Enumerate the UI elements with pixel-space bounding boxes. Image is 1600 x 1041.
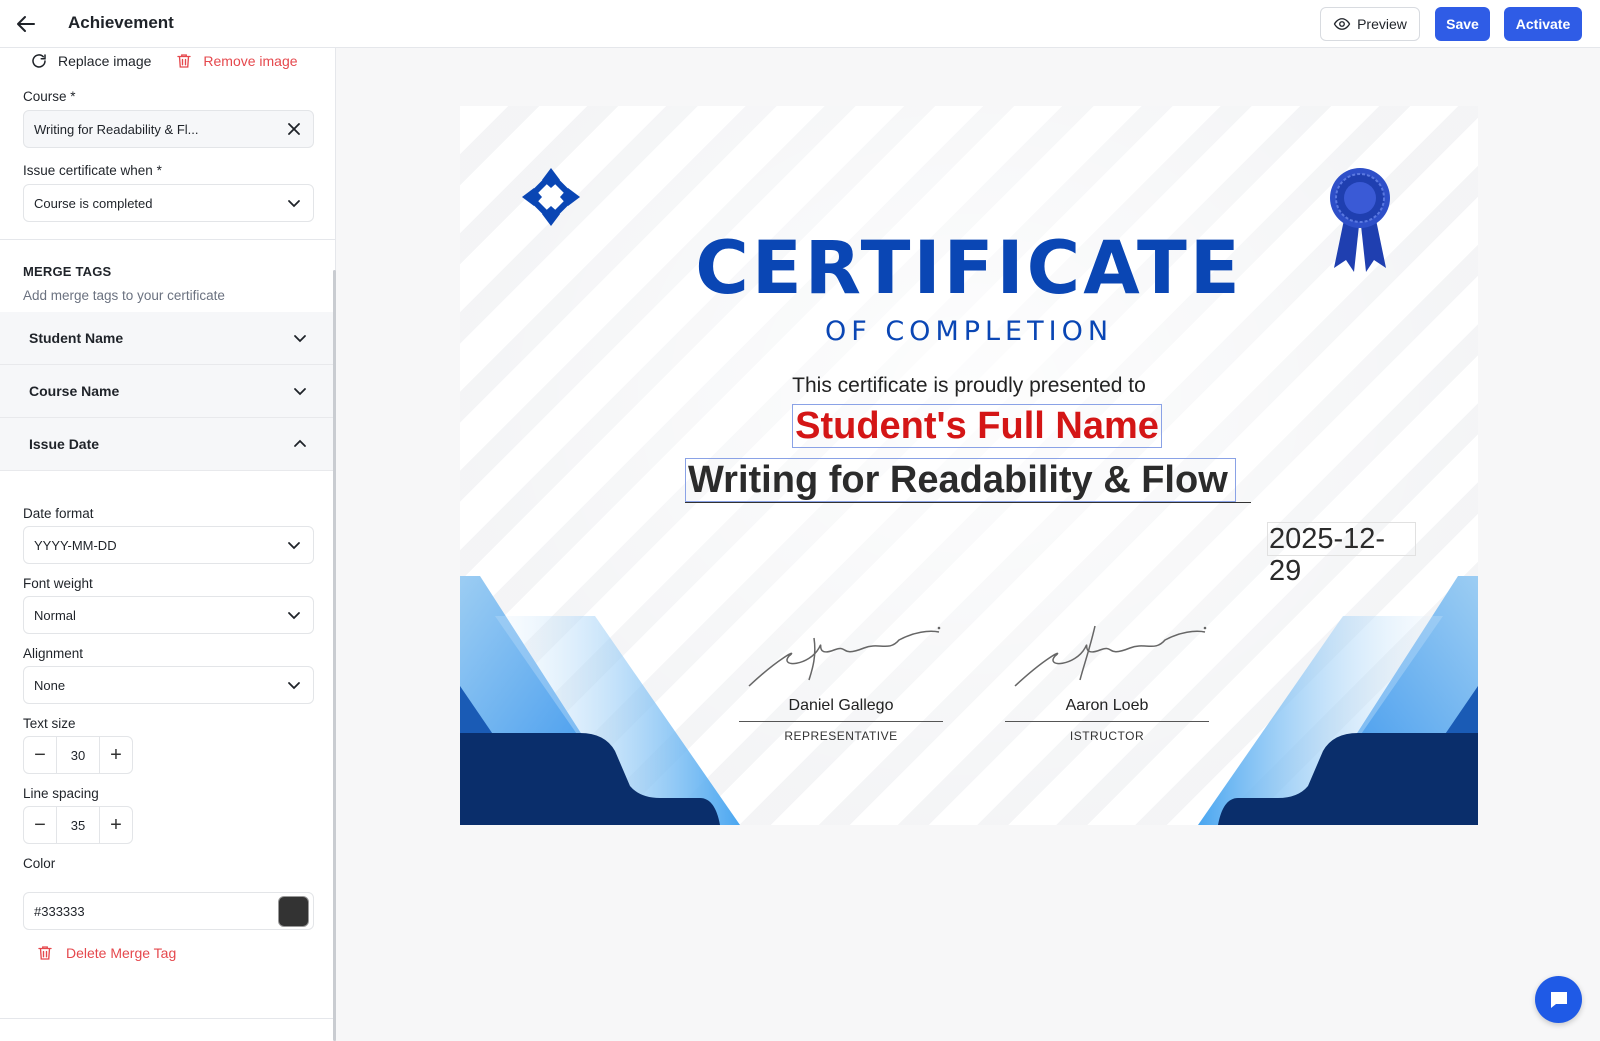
delete-merge-tag-button[interactable]: Delete Merge Tag — [36, 944, 176, 962]
date-format-label: Date format — [23, 506, 94, 521]
chevron-down-icon — [294, 335, 306, 343]
trash-icon — [38, 946, 52, 960]
issue-when-label: Issue certificate when * — [23, 163, 162, 178]
section-divider — [0, 239, 335, 240]
line-spacing-label: Line spacing — [23, 786, 99, 801]
color-swatch[interactable] — [278, 895, 309, 927]
merge-tags-title: MERGE TAGS — [23, 264, 112, 279]
chevron-up-icon — [294, 439, 306, 447]
accordion-label: Course Name — [29, 383, 120, 399]
course-select-value: Writing for Readability & Fl... — [34, 121, 199, 137]
course-underline — [685, 502, 1251, 503]
plus-icon[interactable]: + — [100, 737, 132, 773]
alignment-value: None — [34, 677, 66, 693]
corner-decoration-left — [460, 576, 740, 825]
certificate-subtitle: OF COMPLETION — [824, 316, 1114, 347]
accordion-label: Issue Date — [29, 436, 100, 452]
chevron-down-icon — [288, 542, 300, 550]
accordion-label: Student Name — [29, 330, 124, 346]
chevron-down-icon — [288, 682, 300, 690]
font-weight-select[interactable]: Normal — [23, 596, 314, 634]
delete-merge-tag-label: Delete Merge Tag — [66, 945, 177, 961]
alignment-select[interactable]: None — [23, 666, 314, 704]
page-title: Achievement — [68, 13, 174, 32]
chevron-down-icon — [294, 388, 306, 396]
preview-button-label: Preview — [1357, 16, 1407, 32]
signature-name: Daniel Gallego — [788, 697, 894, 714]
sidebar-scrollbar[interactable] — [333, 270, 336, 1041]
chat-bubble-icon — [1550, 991, 1567, 1008]
issue-date-merge-tag[interactable]: 2025-12-29 — [1267, 522, 1416, 587]
accordion-course-name[interactable]: Course Name — [0, 365, 333, 418]
text-size-value[interactable]: 30 — [56, 737, 100, 773]
text-size-label: Text size — [23, 716, 76, 731]
chevron-down-icon — [288, 200, 300, 208]
date-format-value: YYYY-MM-DD — [34, 537, 117, 553]
corner-decoration-right — [1198, 576, 1478, 825]
accordion-issue-date[interactable]: Issue Date — [0, 418, 333, 471]
chevron-down-icon — [288, 612, 300, 620]
chat-support-button[interactable] — [1535, 976, 1582, 1023]
presented-text: This certificate is proudly presented to — [792, 374, 1146, 397]
refresh-icon — [32, 54, 46, 68]
certificate-canvas: CERTIFICATE OF COMPLETION This certifica… — [337, 48, 1600, 1041]
back-arrow-icon[interactable] — [14, 12, 38, 36]
signature-line — [739, 721, 943, 722]
font-weight-value: Normal — [34, 607, 76, 623]
save-button[interactable]: Save — [1435, 7, 1490, 41]
signature-name: Aaron Loeb — [1065, 697, 1149, 714]
plus-icon[interactable]: + — [100, 807, 132, 843]
color-label: Color — [23, 856, 56, 871]
font-weight-label: Font weight — [23, 576, 93, 591]
student-name-merge-tag[interactable]: Student's Full Name — [792, 404, 1162, 448]
signature-scribble — [1014, 625, 1207, 687]
replace-image-button[interactable]: Replace image — [30, 52, 151, 70]
signature-line — [1005, 721, 1209, 722]
line-spacing-stepper: − 35 + — [23, 806, 133, 844]
merge-tags-subtitle: Add merge tags to your certificate — [23, 288, 225, 303]
activate-button[interactable]: Activate — [1504, 7, 1582, 41]
remove-image-button[interactable]: Remove image — [175, 52, 298, 70]
trash-icon — [177, 54, 192, 68]
top-header: Achievement Preview Save Activate — [0, 0, 1600, 48]
signature-role: REPRESENTATIVE — [784, 729, 898, 743]
issue-when-value: Course is completed — [34, 195, 153, 211]
course-name-merge-tag[interactable]: Writing for Readability & Flow — [685, 458, 1236, 502]
color-input[interactable]: #333333 — [23, 892, 314, 930]
text-size-stepper: − 30 + — [23, 736, 133, 774]
preview-button[interactable]: Preview — [1320, 7, 1420, 41]
star-logo-icon — [522, 168, 580, 226]
settings-sidebar: Replace image Remove image Course * Writ… — [0, 48, 336, 1041]
accordion-student-name[interactable]: Student Name — [0, 312, 333, 365]
image-actions: Replace image Remove image — [30, 48, 298, 74]
replace-image-label: Replace image — [58, 53, 152, 69]
certificate-preview: CERTIFICATE OF COMPLETION This certifica… — [460, 106, 1478, 825]
line-spacing-value[interactable]: 35 — [56, 807, 100, 843]
course-label: Course * — [23, 89, 76, 104]
section-divider — [0, 1018, 335, 1019]
color-value: #333333 — [34, 903, 85, 919]
remove-image-label: Remove image — [203, 53, 298, 69]
minus-icon[interactable]: − — [24, 807, 56, 843]
eye-icon — [1333, 18, 1351, 30]
signature-scribble — [748, 626, 941, 687]
minus-icon[interactable]: − — [24, 737, 56, 773]
date-format-select[interactable]: YYYY-MM-DD — [23, 526, 314, 564]
certificate-title: CERTIFICATE — [695, 226, 1243, 311]
alignment-label: Alignment — [23, 646, 84, 661]
issue-when-select[interactable]: Course is completed — [23, 184, 314, 222]
signature-role: ISTRUCTOR — [1069, 729, 1145, 743]
close-icon[interactable] — [287, 122, 301, 136]
course-select[interactable]: Writing for Readability & Fl... — [23, 110, 314, 148]
signature-block-left: Daniel Gallego REPRESENTATIVE — [739, 618, 943, 743]
signature-block-right: Aaron Loeb ISTRUCTOR — [1005, 618, 1209, 743]
